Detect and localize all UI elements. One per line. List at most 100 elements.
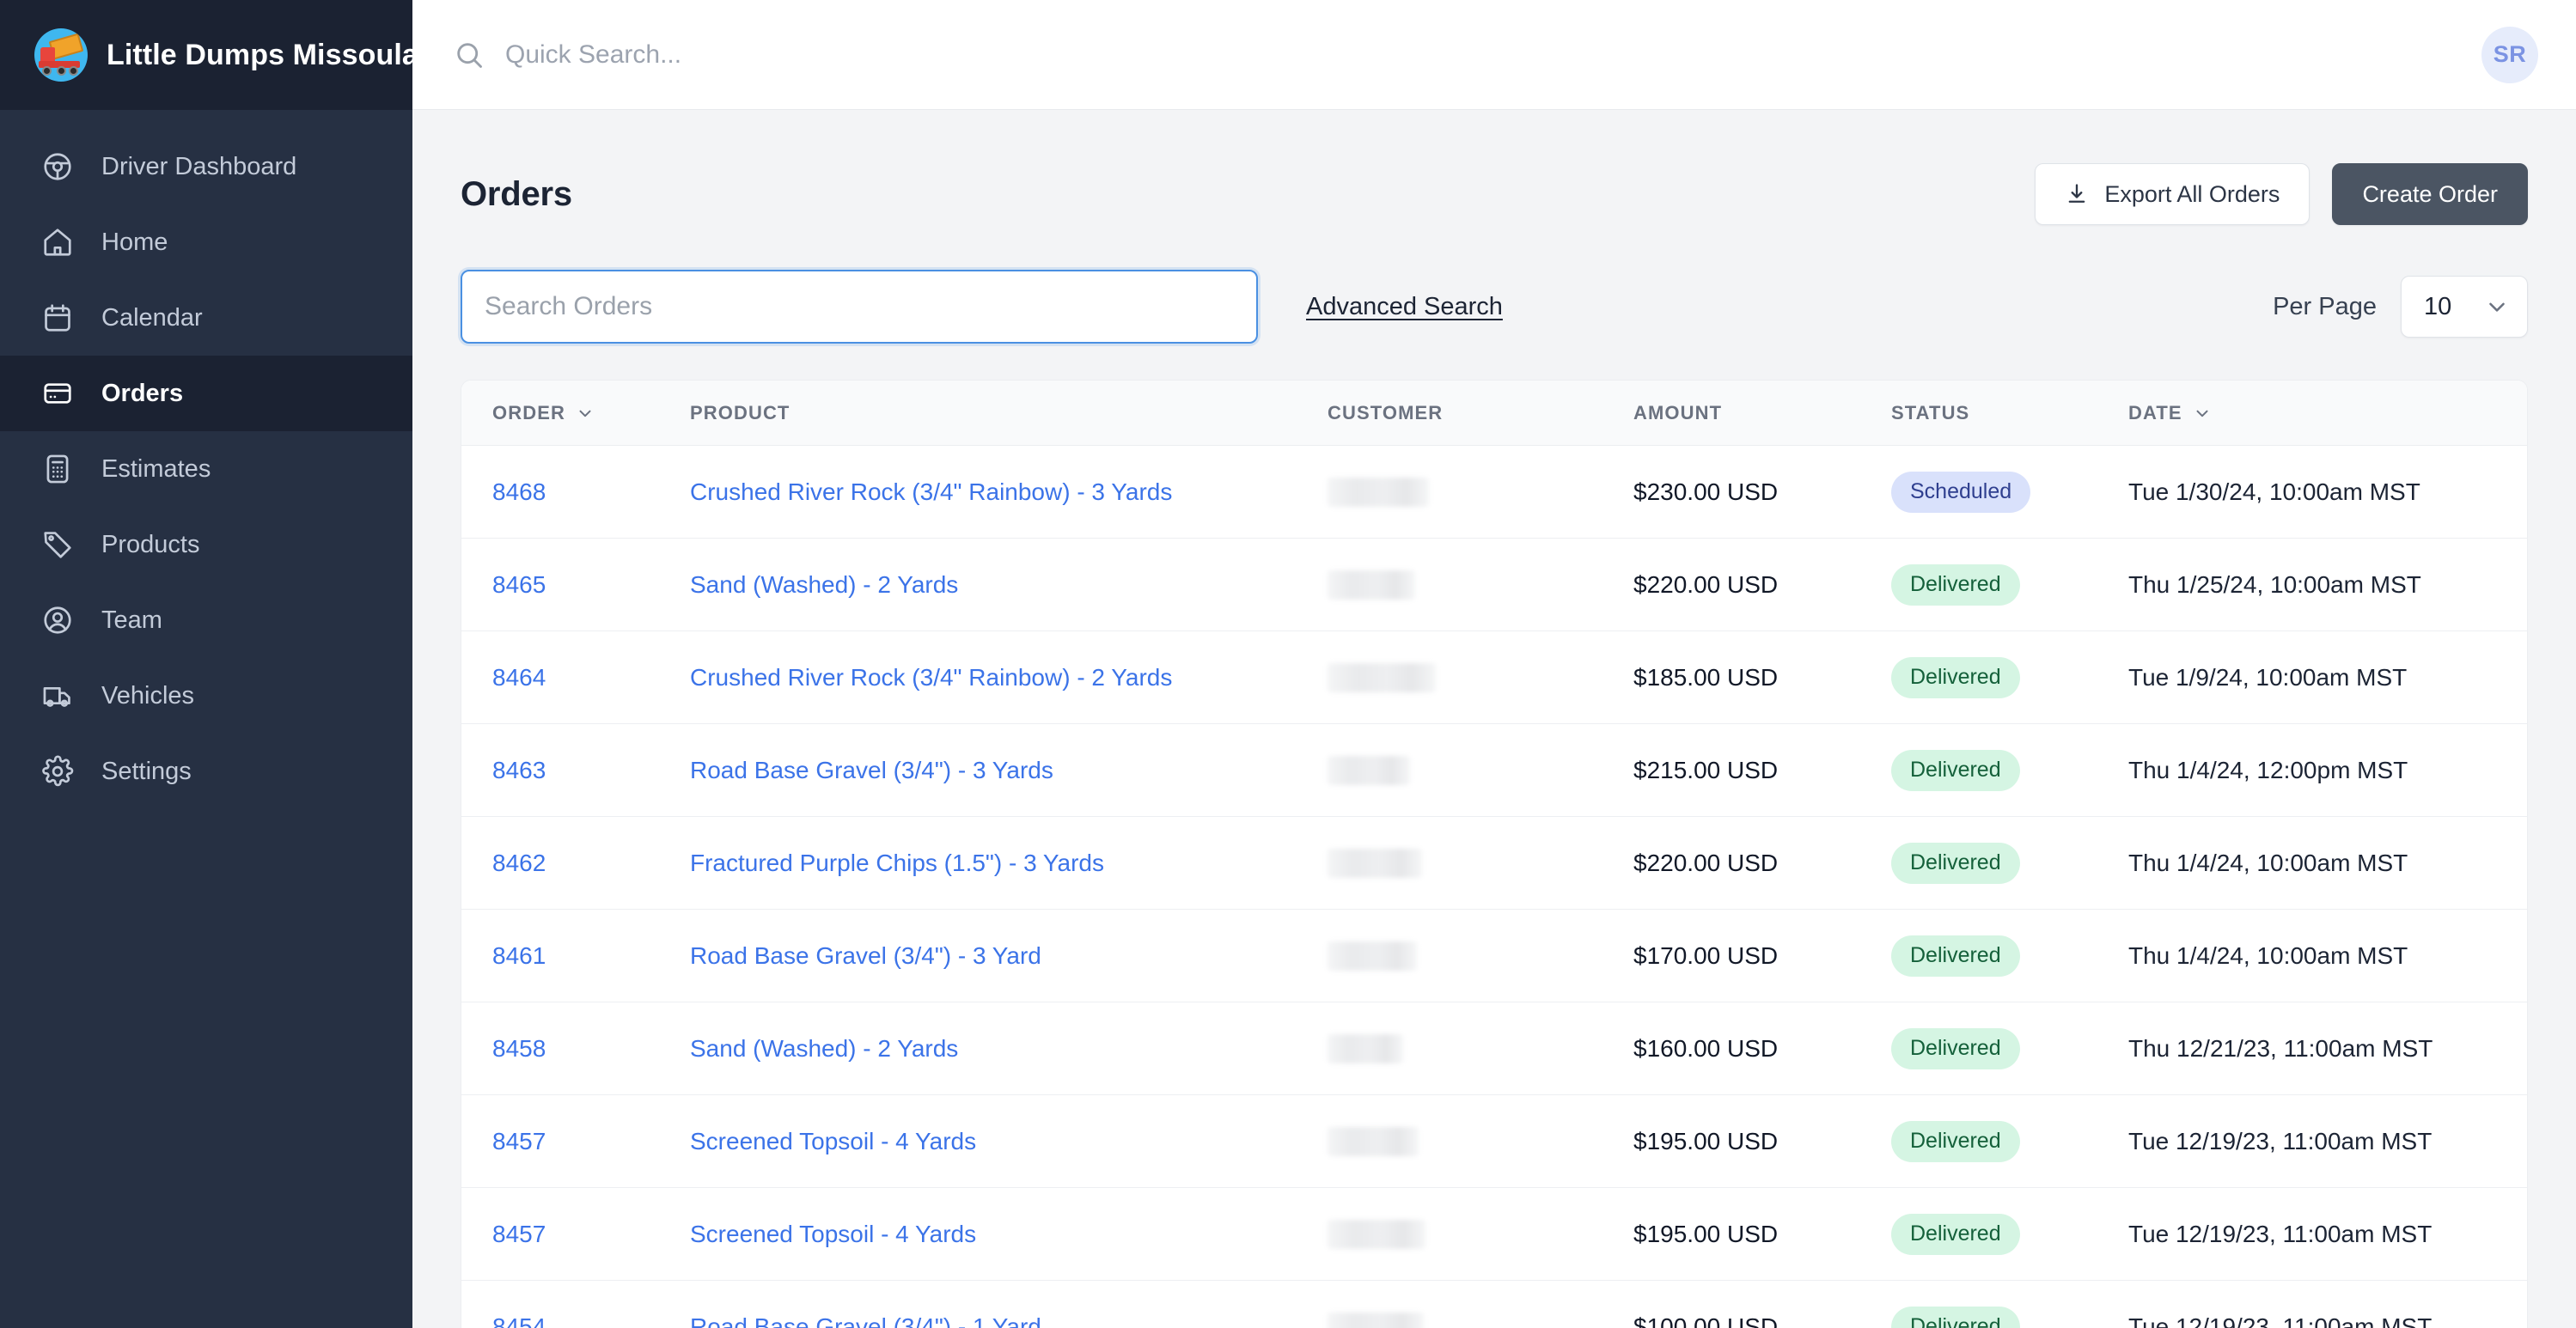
customer-redacted [1328, 755, 1410, 785]
column-header-order[interactable]: ORDER [492, 402, 690, 424]
sidebar-item-estimates[interactable]: Estimates [0, 431, 412, 507]
sidebar-item-label: Products [101, 530, 200, 558]
export-all-orders-label: Export All Orders [2104, 180, 2280, 207]
column-header-amount: AMOUNT [1633, 402, 1891, 424]
table-row[interactable]: 8457 Screened Topsoil - 4 Yards $195.00 US… [461, 1188, 2527, 1281]
product-link[interactable]: Road Base Gravel (3/4") - 3 Yard [690, 942, 1041, 969]
sidebar-item-orders[interactable]: Orders [0, 356, 412, 431]
page-actions: Export All Orders Create Order [2035, 163, 2528, 225]
product-link[interactable]: Crushed River Rock (3/4" Rainbow) - 2 Ya… [690, 664, 1172, 691]
create-order-label: Create Order [2362, 180, 2498, 207]
column-header-amount-label: AMOUNT [1633, 401, 1723, 423]
sidebar-item-driver-dashboard[interactable]: Driver Dashboard [0, 129, 412, 204]
calendar-icon [41, 302, 74, 334]
product-link[interactable]: Road Base Gravel (3/4") - 3 Yards [690, 757, 1053, 783]
status-badge: Delivered [1891, 656, 2020, 698]
sidebar-item-team[interactable]: Team [0, 582, 412, 658]
sidebar-item-home[interactable]: Home [0, 204, 412, 280]
export-all-orders-button[interactable]: Export All Orders [2035, 163, 2310, 225]
column-header-order-label: ORDER [492, 401, 565, 423]
order-id-link[interactable]: 8454 [492, 1313, 546, 1328]
avatar[interactable]: SR [2481, 26, 2538, 83]
per-page-select[interactable]: 10 [2401, 276, 2528, 338]
sidebar-item-label: Home [101, 228, 168, 256]
status-badge: Delivered [1891, 1306, 2020, 1328]
product-link[interactable]: Screened Topsoil - 4 Yards [690, 1221, 976, 1247]
sidebar-item-vehicles[interactable]: Vehicles [0, 658, 412, 734]
amount-value: $220.00 USD [1633, 570, 1779, 598]
advanced-search-link[interactable]: Advanced Search [1306, 293, 1503, 321]
chevron-down-icon [2484, 294, 2510, 320]
order-id-link[interactable]: 8464 [492, 664, 546, 691]
customer-redacted [1328, 1312, 1424, 1328]
order-id-link[interactable]: 8463 [492, 757, 546, 783]
order-id-link[interactable]: 8457 [492, 1128, 546, 1154]
sidebar-item-calendar[interactable]: Calendar [0, 280, 412, 356]
date-value: Tue 12/19/23, 11:00am MST [2128, 1220, 2433, 1247]
product-link[interactable]: Crushed River Rock (3/4" Rainbow) - 3 Ya… [690, 478, 1172, 505]
chevron-down-icon [576, 404, 595, 423]
table-row[interactable]: 8462 Fractured Purple Chips (1.5") - 3 Ya… [461, 817, 2527, 910]
table-row[interactable]: 8458 Sand (Washed) - 2 Yards $160.00 USD De… [461, 1002, 2527, 1095]
status-badge: Delivered [1891, 563, 2020, 606]
dump-truck-logo-icon [34, 28, 88, 82]
search-icon [454, 40, 485, 70]
customer-redacted [1328, 570, 1415, 600]
brand-name: Little Dumps Missoula [107, 38, 418, 71]
order-id-link[interactable]: 8457 [492, 1221, 546, 1247]
create-order-button[interactable]: Create Order [2332, 163, 2528, 225]
order-id-link[interactable]: 8462 [492, 850, 546, 876]
brand-header[interactable]: Little Dumps Missoula [0, 0, 418, 110]
product-link[interactable]: Sand (Washed) - 2 Yards [690, 571, 958, 598]
customer-redacted [1328, 1219, 1425, 1249]
sidebar-item-settings[interactable]: Settings [0, 734, 412, 809]
sidebar-item-label: Team [101, 606, 162, 634]
status-badge: Delivered [1891, 1027, 2020, 1069]
date-value: Thu 1/4/24, 12:00pm MST [2128, 756, 2408, 783]
table-body: 8468 Crushed River Rock (3/4" Rainbow) - … [461, 446, 2527, 1328]
customer-redacted [1328, 941, 1417, 971]
table-row[interactable]: 8461 Road Base Gravel (3/4") - 3 Yard $170… [461, 910, 2527, 1002]
date-value: Tue 12/19/23, 11:00am MST [2128, 1313, 2433, 1328]
date-value: Thu 12/21/23, 11:00am MST [2128, 1034, 2433, 1062]
order-id-link[interactable]: 8458 [492, 1035, 546, 1062]
column-header-customer-label: CUSTOMER [1328, 401, 1444, 423]
order-id-link[interactable]: 8465 [492, 571, 546, 598]
amount-value: $215.00 USD [1633, 756, 1779, 783]
column-header-date[interactable]: DATE [2128, 402, 2496, 424]
amount-value: $170.00 USD [1633, 941, 1779, 969]
search-orders-field[interactable] [461, 270, 1258, 344]
user-circle-icon [41, 604, 74, 637]
truck-icon [41, 679, 74, 712]
column-header-status-label: STATUS [1891, 401, 1970, 423]
quick-search-input[interactable] [505, 40, 1107, 70]
table-row[interactable]: 8463 Road Base Gravel (3/4") - 3 Yards $21… [461, 724, 2527, 817]
table-row[interactable]: 8464 Crushed River Rock (3/4" Rainbow) - … [461, 631, 2527, 724]
filters-bar: Advanced Search Per Page 10 [461, 228, 2528, 380]
table-header-row: ORDER PRODUCT CUSTOMER AMOUNT STATUS DAT… [461, 381, 2527, 446]
per-page-label: Per Page [2273, 292, 2377, 320]
amount-value: $185.00 USD [1633, 663, 1779, 691]
table-row[interactable]: 8465 Sand (Washed) - 2 Yards $220.00 USD De… [461, 539, 2527, 631]
status-badge: Delivered [1891, 749, 2020, 791]
date-value: Tue 1/9/24, 10:00am MST [2128, 663, 2408, 691]
per-page-control: Per Page 10 [2273, 276, 2528, 338]
home-icon [41, 226, 74, 259]
product-link[interactable]: Sand (Washed) - 2 Yards [690, 1035, 958, 1062]
column-header-product: PRODUCT [690, 402, 1328, 424]
table-row[interactable]: 8468 Crushed River Rock (3/4" Rainbow) - … [461, 446, 2527, 539]
quick-search[interactable] [454, 40, 2481, 70]
sidebar: Little Dumps Missoula Driver Dashboard H… [0, 0, 418, 1328]
table-row[interactable]: 8457 Screened Topsoil - 4 Yards $195.00 US… [461, 1095, 2527, 1188]
product-link[interactable]: Screened Topsoil - 4 Yards [690, 1128, 976, 1154]
search-orders-input[interactable] [485, 292, 1234, 321]
product-link[interactable]: Fractured Purple Chips (1.5") - 3 Yards [690, 850, 1104, 876]
order-id-link[interactable]: 8468 [492, 478, 546, 505]
product-link[interactable]: Road Base Gravel (3/4") - 1 Yard [690, 1313, 1041, 1328]
app-root: Little Dumps Missoula Driver Dashboard H… [0, 0, 2576, 1328]
table-row[interactable]: 8454 Road Base Gravel (3/4") - 1 Yard $100… [461, 1281, 2527, 1328]
sidebar-item-products[interactable]: Products [0, 507, 412, 582]
order-id-link[interactable]: 8461 [492, 942, 546, 969]
amount-value: $100.00 USD [1633, 1313, 1779, 1328]
customer-redacted [1328, 1126, 1419, 1156]
